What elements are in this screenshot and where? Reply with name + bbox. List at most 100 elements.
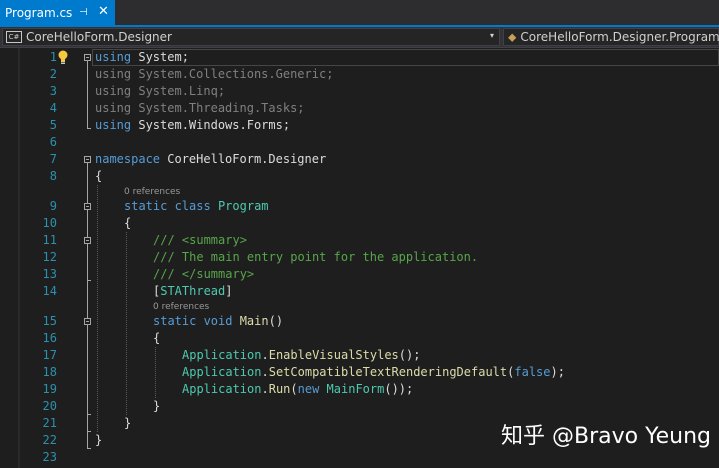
- code-line[interactable]: 14 [STAThread]: [0, 283, 719, 300]
- brace: }: [153, 399, 161, 413]
- collapse-toggle[interactable]: [84, 237, 91, 244]
- namespace-name: System.Threading.Tasks;: [131, 101, 305, 115]
- code-text[interactable]: /// </summary>: [153, 266, 254, 283]
- code-text[interactable]: namespace CoreHelloForm.Designer: [95, 151, 326, 168]
- keyword: static: [153, 314, 197, 328]
- pin-icon[interactable]: ⊣: [79, 7, 88, 18]
- keyword: void: [196, 314, 233, 328]
- code-line[interactable]: 16 {: [0, 330, 719, 347]
- code-text[interactable]: static void Main(): [153, 313, 283, 330]
- code-text[interactable]: using System.Collections.Generic;: [95, 66, 333, 83]
- lightbulb-icon[interactable]: [58, 50, 68, 65]
- line-number: 15: [42, 314, 57, 328]
- line-number: 6: [49, 135, 57, 149]
- code-text[interactable]: {: [95, 168, 102, 185]
- code-text[interactable]: /// The main entry point for the applica…: [153, 249, 478, 266]
- code-line[interactable]: 15 static void Main(): [0, 313, 719, 330]
- bracket: ]: [225, 284, 233, 298]
- code-line[interactable]: 17 Application.EnableVisualStyles();: [0, 347, 719, 364]
- code-text[interactable]: {: [124, 215, 131, 232]
- line-number: 14: [42, 284, 57, 298]
- class-name: Program: [210, 199, 269, 213]
- codelens-references[interactable]: 0 references: [124, 187, 180, 198]
- brace: {: [153, 331, 161, 345]
- method-name: Run: [268, 382, 291, 396]
- code-text[interactable]: static class Program: [124, 198, 269, 215]
- line-number: 3: [49, 84, 57, 98]
- code-line[interactable]: 5 using System.Windows.Forms;: [0, 117, 719, 134]
- code-line[interactable]: 1 using System;: [0, 49, 719, 66]
- code-line[interactable]: 7 namespace CoreHelloForm.Designer: [0, 151, 719, 168]
- code-line[interactable]: 12 /// The main entry point for the appl…: [0, 249, 719, 266]
- code-line[interactable]: 3 using System.Linq;: [0, 83, 719, 100]
- code-line[interactable]: 13 /// </summary>: [0, 266, 719, 283]
- code-line[interactable]: 4 using System.Threading.Tasks;: [0, 100, 719, 117]
- punctuation: .: [261, 382, 269, 396]
- line-number: 1: [49, 50, 57, 64]
- code-line[interactable]: 23: [0, 449, 719, 466]
- keyword: using: [95, 101, 132, 115]
- code-line[interactable]: 19 Application.Run(new MainForm());: [0, 381, 719, 398]
- punctuation: .: [261, 365, 269, 379]
- code-line[interactable]: 20 }: [0, 398, 719, 415]
- code-text[interactable]: }: [95, 432, 102, 449]
- codelens-references[interactable]: 0 references: [153, 302, 209, 313]
- line-number: 19: [42, 382, 57, 396]
- namespace-name: CoreHelloForm.Designer: [160, 152, 327, 166]
- line-number: 13: [42, 267, 57, 281]
- outline-end: [87, 280, 91, 281]
- code-text[interactable]: using System;: [95, 49, 189, 66]
- keyword: using: [95, 118, 132, 132]
- close-icon[interactable]: ✕: [98, 4, 109, 19]
- chevron-down-icon[interactable]: ▾: [490, 31, 494, 40]
- tab-program-cs[interactable]: Program.cs ⊣ ✕: [0, 0, 115, 25]
- code-text[interactable]: }: [153, 398, 160, 415]
- line-number: 5: [49, 118, 57, 132]
- line-number: 18: [42, 365, 57, 379]
- collapse-toggle[interactable]: [84, 156, 91, 163]
- code-line[interactable]: 8 {: [0, 168, 719, 185]
- collapse-toggle[interactable]: [84, 318, 91, 325]
- keyword: using: [95, 67, 132, 81]
- code-line[interactable]: 2 using System.Collections.Generic;: [0, 66, 719, 83]
- keyword: new: [297, 382, 320, 396]
- code-line[interactable]: 9 static class Program: [0, 198, 719, 215]
- code-editor[interactable]: 1 using System; 2 using System.Collectio…: [0, 48, 719, 468]
- brace: {: [124, 216, 132, 230]
- code-text[interactable]: Application.SetCompatibleTextRenderingDe…: [182, 364, 565, 381]
- code-line[interactable]: 18 Application.SetCompatibleTextRenderin…: [0, 364, 719, 381]
- code-line[interactable]: 11 /// <summary>: [0, 232, 719, 249]
- outline-end: [87, 448, 91, 449]
- outline-end: [87, 414, 91, 415]
- class-name: Application: [182, 348, 262, 362]
- code-text[interactable]: Application.EnableVisualStyles();: [182, 347, 420, 364]
- collapse-toggle[interactable]: [84, 203, 91, 210]
- code-text[interactable]: using System.Threading.Tasks;: [95, 100, 305, 117]
- code-line[interactable]: 10 {: [0, 215, 719, 232]
- method-name: SetCompatibleTextRenderingDefault: [268, 365, 508, 379]
- code-text[interactable]: [STAThread]: [153, 283, 233, 300]
- keyword: static: [124, 199, 168, 213]
- code-text[interactable]: using System.Windows.Forms;: [95, 117, 290, 134]
- code-text[interactable]: {: [153, 330, 160, 347]
- code-text[interactable]: }: [124, 415, 131, 432]
- project-name: CoreHelloForm.Designer: [26, 30, 172, 44]
- member-dropdown[interactable]: ⬥ CoreHelloForm.Designer.Program: [503, 28, 719, 46]
- method-name: Main: [232, 314, 269, 328]
- collapse-toggle[interactable]: [84, 54, 91, 61]
- code-text[interactable]: using System.Linq;: [95, 83, 225, 100]
- class-icon: ⬥: [508, 29, 517, 44]
- indent-guide: [155, 347, 156, 398]
- brace: }: [124, 416, 132, 430]
- project-dropdown[interactable]: C# CoreHelloForm.Designer ▾: [2, 28, 500, 46]
- code-text[interactable]: /// <summary>: [153, 232, 247, 249]
- navigation-bar: C# CoreHelloForm.Designer ▾ ⬥ CoreHelloF…: [0, 27, 719, 48]
- code-line[interactable]: 6: [0, 134, 719, 151]
- line-number: 7: [49, 152, 57, 166]
- punctuation: ());: [384, 382, 414, 396]
- csharp-project-icon: C#: [6, 31, 22, 43]
- code-text[interactable]: Application.Run(new MainForm());: [182, 381, 413, 398]
- line-number: 10: [42, 216, 57, 230]
- keyword: using: [95, 50, 132, 64]
- line-number: 9: [49, 199, 57, 213]
